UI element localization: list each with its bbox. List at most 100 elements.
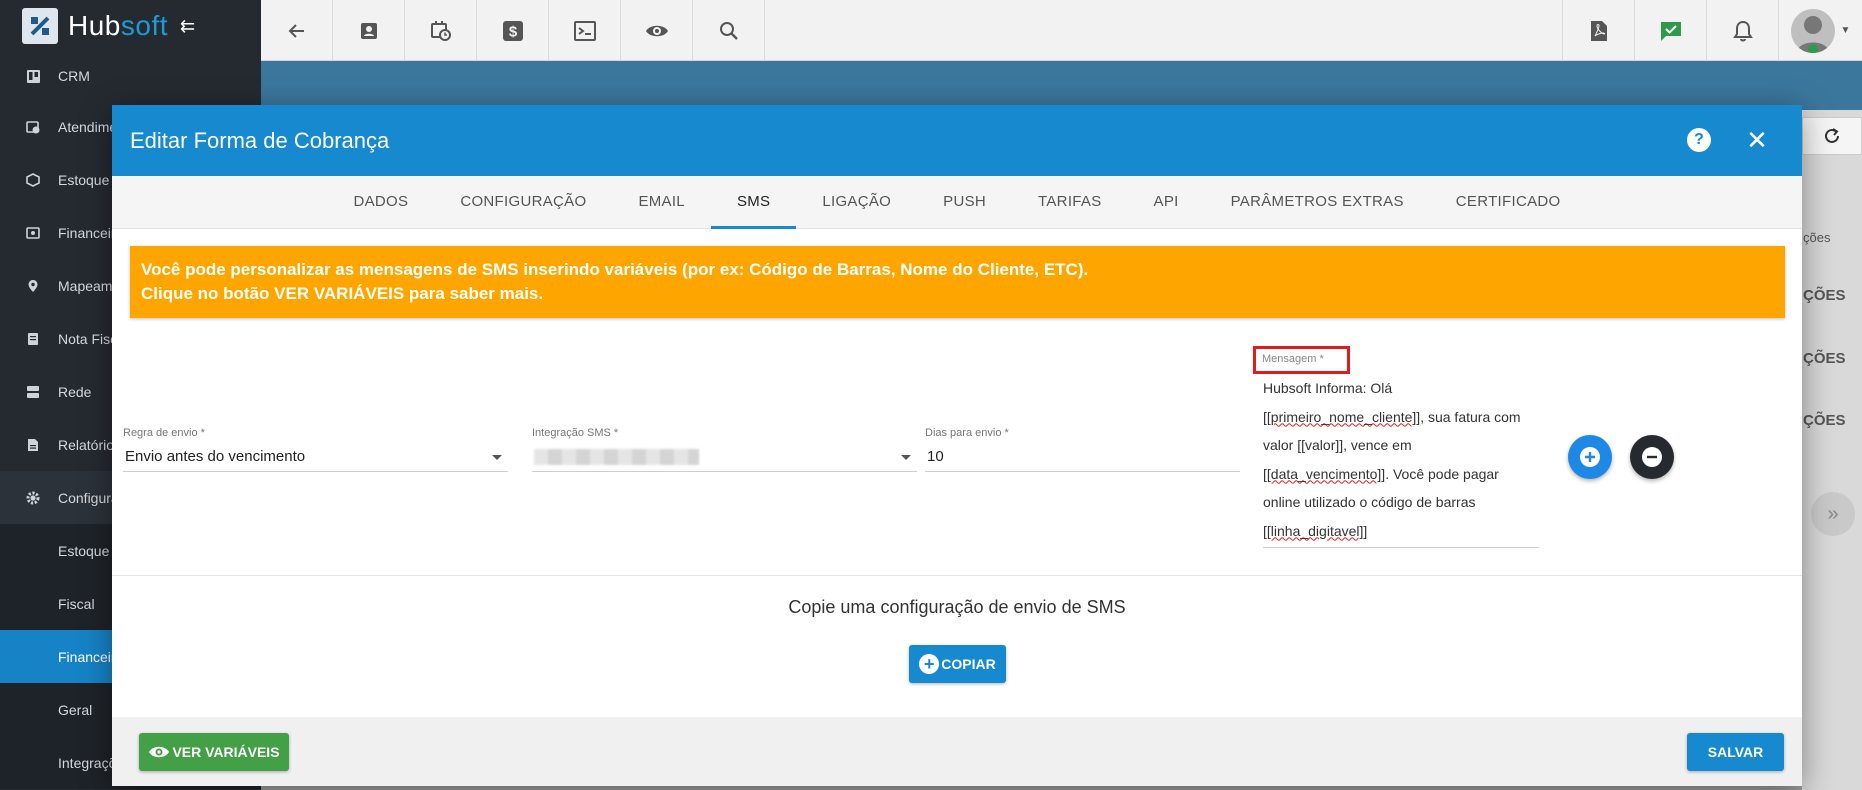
notifications-button[interactable] — [1706, 0, 1778, 61]
view-variables-label: VER VARIÁVEIS — [172, 744, 280, 760]
logo-icon — [22, 8, 58, 44]
field-label: Regra de envio * — [123, 427, 205, 439]
topbar: $ ▼ — [261, 0, 1862, 61]
help-icon[interactable]: ? — [1687, 128, 1711, 152]
tab-parametros-extras[interactable]: PARÂMETROS EXTRAS — [1205, 176, 1430, 229]
user-menu-button[interactable]: ▼ — [1778, 0, 1862, 61]
variable-token: [[primeiro_nome_cliente]] — [1263, 408, 1421, 425]
sidebar-item-label: CRM — [58, 68, 90, 84]
tab-api[interactable]: API — [1128, 176, 1205, 229]
modal-footer: VER VARIÁVEIS SALVAR — [112, 717, 1802, 786]
plus-circle-icon — [1580, 447, 1600, 467]
arrow-left-icon — [288, 23, 304, 38]
variable-token: [[linha_digitavel]] — [1263, 522, 1368, 539]
refresh-button[interactable] — [1802, 117, 1862, 155]
back-button[interactable] — [261, 0, 333, 61]
tab-ligacao[interactable]: LIGAÇÃO — [796, 176, 917, 229]
search-icon — [719, 21, 738, 40]
contact-card-icon — [360, 22, 377, 39]
finance-button[interactable]: $ — [477, 0, 549, 61]
eye-icon — [645, 25, 668, 36]
sidebar-subitem-label: Estoque — [58, 542, 110, 559]
chat-check-icon — [1660, 21, 1681, 41]
message-label: Mensagem * — [1253, 346, 1350, 374]
copy-button-label: COPIAR — [941, 656, 996, 672]
map-marker-icon — [26, 279, 40, 293]
redacted-value — [534, 448, 699, 465]
copy-config-text: Copie uma configuração de envio de SMS — [788, 597, 1126, 617]
trello-icon — [26, 69, 40, 83]
money-icon — [26, 226, 40, 240]
sidebar-item-label: Rede — [58, 383, 92, 400]
close-icon[interactable]: ✕ — [1742, 125, 1772, 155]
message-text: Hubsoft Informa: Olá — [1263, 380, 1393, 396]
calendar-clock-icon — [26, 120, 40, 134]
report-icon — [26, 438, 40, 452]
background-label: ÇÕES — [1803, 412, 1846, 429]
save-button-label: SALVAR — [1707, 744, 1764, 760]
plus-circle-icon: + — [919, 654, 940, 674]
dropdown-arrow-icon — [492, 455, 502, 460]
pdf-button[interactable] — [1562, 0, 1634, 61]
days-input[interactable]: Dias para envio * 10 — [925, 427, 1240, 472]
modal-title: Editar Forma de Cobrança — [130, 127, 390, 153]
pdf-icon — [1590, 20, 1607, 41]
view-button[interactable] — [621, 0, 693, 61]
eye-icon — [149, 746, 170, 758]
tab-dados[interactable]: DADOS — [327, 176, 434, 229]
avatar — [1790, 8, 1835, 53]
collapse-menu-icon[interactable]: ⇇ — [180, 16, 195, 37]
tab-bar: DADOS CONFIGURAÇÃO EMAIL SMS LIGAÇÃO PUS… — [112, 176, 1802, 229]
sidebar-subitem-label: Fiscal — [58, 595, 95, 612]
expand-panel-button[interactable]: » — [1811, 492, 1855, 536]
tasks-button[interactable] — [1634, 0, 1706, 61]
save-button[interactable]: SALVAR — [1687, 733, 1784, 771]
sidebar-subitem-label: Geral — [58, 701, 93, 718]
background-label: ÇÕES — [1803, 287, 1846, 304]
add-rule-button[interactable] — [1568, 435, 1612, 479]
minus-circle-icon — [1642, 447, 1662, 467]
cube-icon — [26, 172, 40, 187]
dollar-icon: $ — [502, 20, 523, 41]
field-value: 10 — [925, 442, 1240, 472]
sidebar-item-crm[interactable]: CRM — [0, 52, 261, 100]
copy-button[interactable]: + COPIAR — [909, 645, 1006, 683]
tab-sms[interactable]: SMS — [710, 176, 797, 229]
chevron-down-icon: ▼ — [1840, 25, 1851, 36]
tab-certificado[interactable]: CERTIFICADO — [1430, 176, 1587, 229]
sms-integration-select[interactable]: Integração SMS * — [532, 427, 917, 472]
brand-name: Hubsoft — [68, 10, 169, 41]
refresh-icon — [1825, 128, 1839, 143]
tab-configuracao[interactable]: CONFIGURAÇÃO — [434, 176, 612, 229]
tab-email[interactable]: EMAIL — [612, 176, 711, 229]
remove-rule-button[interactable] — [1630, 435, 1674, 479]
view-variables-button[interactable]: VER VARIÁVEIS — [139, 733, 289, 771]
selected-value: Envio antes do vencimento — [125, 448, 306, 465]
background-label: ções — [1803, 230, 1831, 245]
rule-select[interactable]: Regra de envio * Envio antes do vencimen… — [123, 427, 508, 472]
alert-line: Você pode personalizar as mensagens de S… — [141, 260, 1089, 279]
field-label: Integração SMS * — [532, 427, 619, 439]
background-panel — [1802, 110, 1862, 790]
modal-header: Editar Forma de Cobrança ? ✕ — [112, 105, 1802, 176]
sidebar-item-label: Estoque — [58, 171, 110, 188]
variable-token: [[data_vencimento]] — [1263, 465, 1386, 482]
logo-bar: Hubsoft ⇇ — [0, 0, 261, 52]
contacts-button[interactable] — [333, 0, 405, 61]
schedule-button[interactable] — [405, 0, 477, 61]
tab-push[interactable]: PUSH — [917, 176, 1012, 229]
alert-line: Clique no botão VER VARIÁVEIS para saber… — [141, 284, 544, 303]
field-value: Envio antes do vencimento — [123, 442, 508, 472]
server-icon — [26, 385, 40, 399]
field-label: Dias para envio * — [925, 427, 1009, 439]
document-icon — [26, 332, 40, 346]
bell-icon — [1732, 20, 1753, 41]
edit-billing-method-dialog: Editar Forma de Cobrança ? ✕ DADOS CONFI… — [112, 105, 1802, 786]
terminal-button[interactable] — [549, 0, 621, 61]
terminal-icon — [573, 20, 596, 41]
gear-icon — [26, 491, 40, 505]
message-textarea[interactable]: Hubsoft Informa: Olá [[primeiro_nome_cli… — [1263, 374, 1539, 548]
calendar-clock-icon — [430, 20, 451, 41]
tab-tarifas[interactable]: TARIFAS — [1012, 176, 1128, 229]
search-button[interactable] — [693, 0, 765, 61]
